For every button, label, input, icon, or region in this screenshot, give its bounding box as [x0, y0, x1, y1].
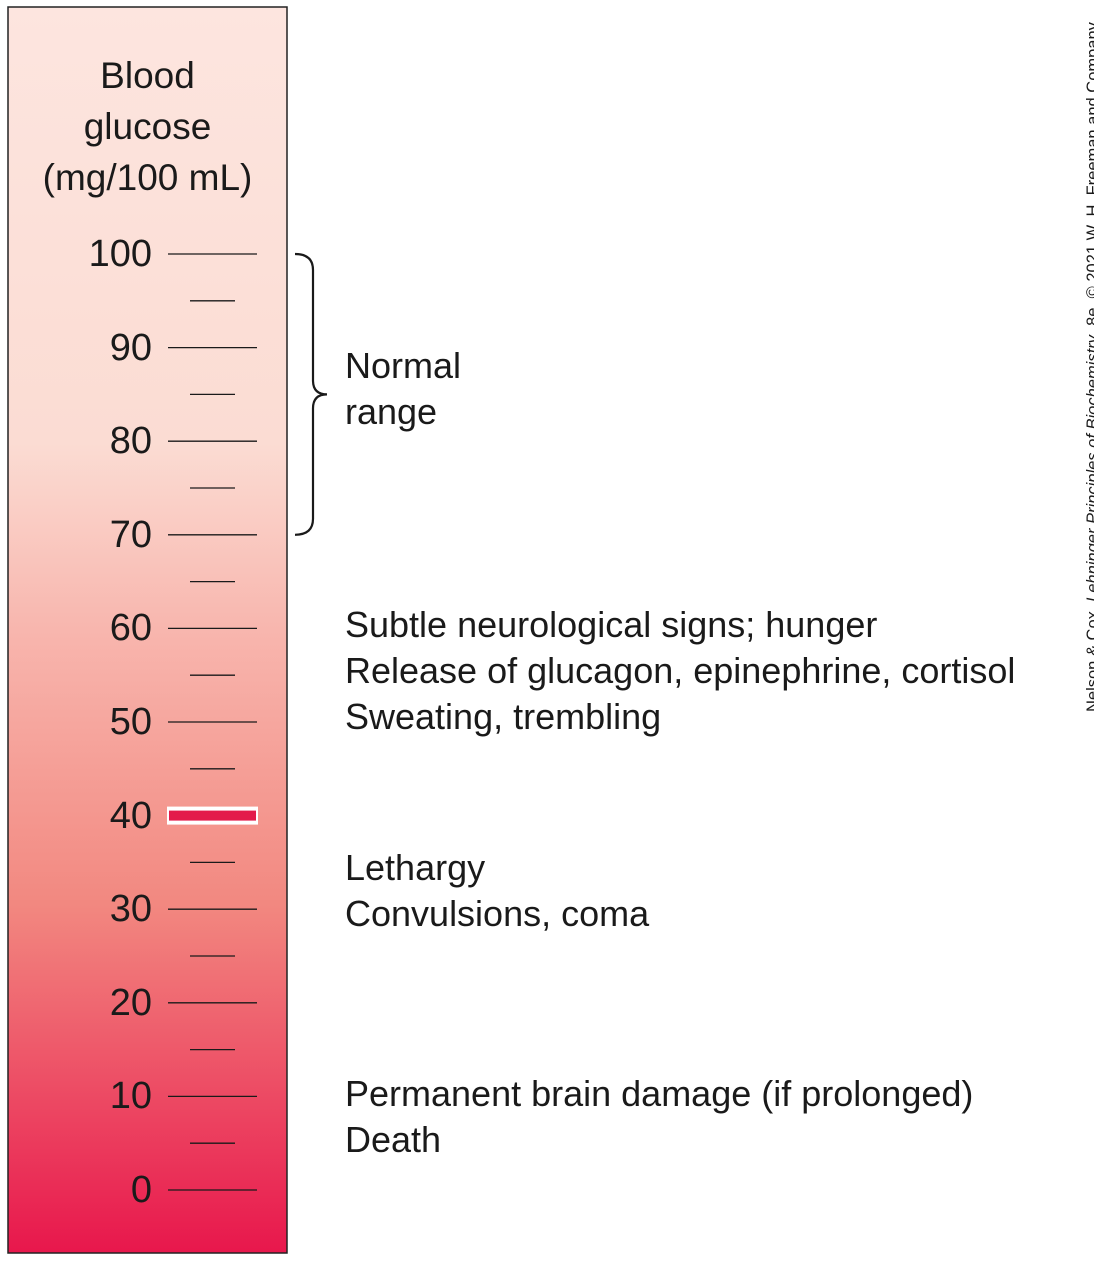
normal-range-brace — [294, 252, 328, 536]
effects-at-60: Subtle neurological signs; hunger Releas… — [345, 602, 1015, 740]
axis-title-line-3: (mg/100 mL) — [42, 157, 253, 198]
tick-label-100: 100 — [88, 233, 152, 275]
tick-label-30: 30 — [109, 888, 152, 931]
axis-title-line-2: glucose — [83, 106, 212, 147]
credit-prefix: Nelson & Cox, — [1084, 606, 1094, 712]
effect-death: Death — [345, 1119, 442, 1160]
credit-book-title: Lehninger Principles of Biochemistry — [1084, 335, 1094, 602]
credit-suffix: , 8e, © 2021 W. H. Freeman and Company — [1084, 22, 1094, 335]
effect-hormone-release: Release of glucagon, epinephrine, cortis… — [345, 650, 1016, 691]
normal-range-line-1: Normal — [345, 345, 462, 386]
effect-convulsions: Convulsions, coma — [345, 893, 650, 934]
effect-lethargy: Lethargy — [345, 847, 486, 888]
effect-brain-damage: Permanent brain damage (if prolonged) — [345, 1073, 974, 1114]
tick-label-90: 90 — [109, 326, 152, 369]
tick-label-0: 0 — [130, 1169, 152, 1211]
axis-title-line-1: Blood — [100, 55, 195, 96]
tick-label-60: 60 — [109, 607, 152, 650]
highlight-band — [169, 810, 256, 821]
tick-label-10: 10 — [109, 1075, 152, 1118]
normal-range-line-2: range — [345, 391, 438, 432]
tick-label-20: 20 — [109, 981, 152, 1024]
copyright-credit: Nelson & Cox, Lehninger Principles of Bi… — [1084, 22, 1094, 712]
normal-range-label: Normal range — [345, 343, 461, 435]
effects-at-10: Permanent brain damage (if prolonged) De… — [345, 1071, 973, 1163]
tick-label-80: 80 — [109, 420, 152, 463]
effect-hunger: Subtle neurological signs; hunger — [345, 604, 878, 645]
effect-sweating: Sweating, trembling — [345, 696, 662, 737]
tick-label-40: 40 — [109, 794, 152, 837]
tick-label-50: 50 — [109, 701, 152, 743]
effects-at-35: Lethargy Convulsions, coma — [345, 845, 649, 937]
axis-title: Blood glucose (mg/100 mL) — [20, 50, 275, 203]
highlight-marker — [167, 806, 258, 825]
tick-label-70: 70 — [109, 513, 152, 556]
